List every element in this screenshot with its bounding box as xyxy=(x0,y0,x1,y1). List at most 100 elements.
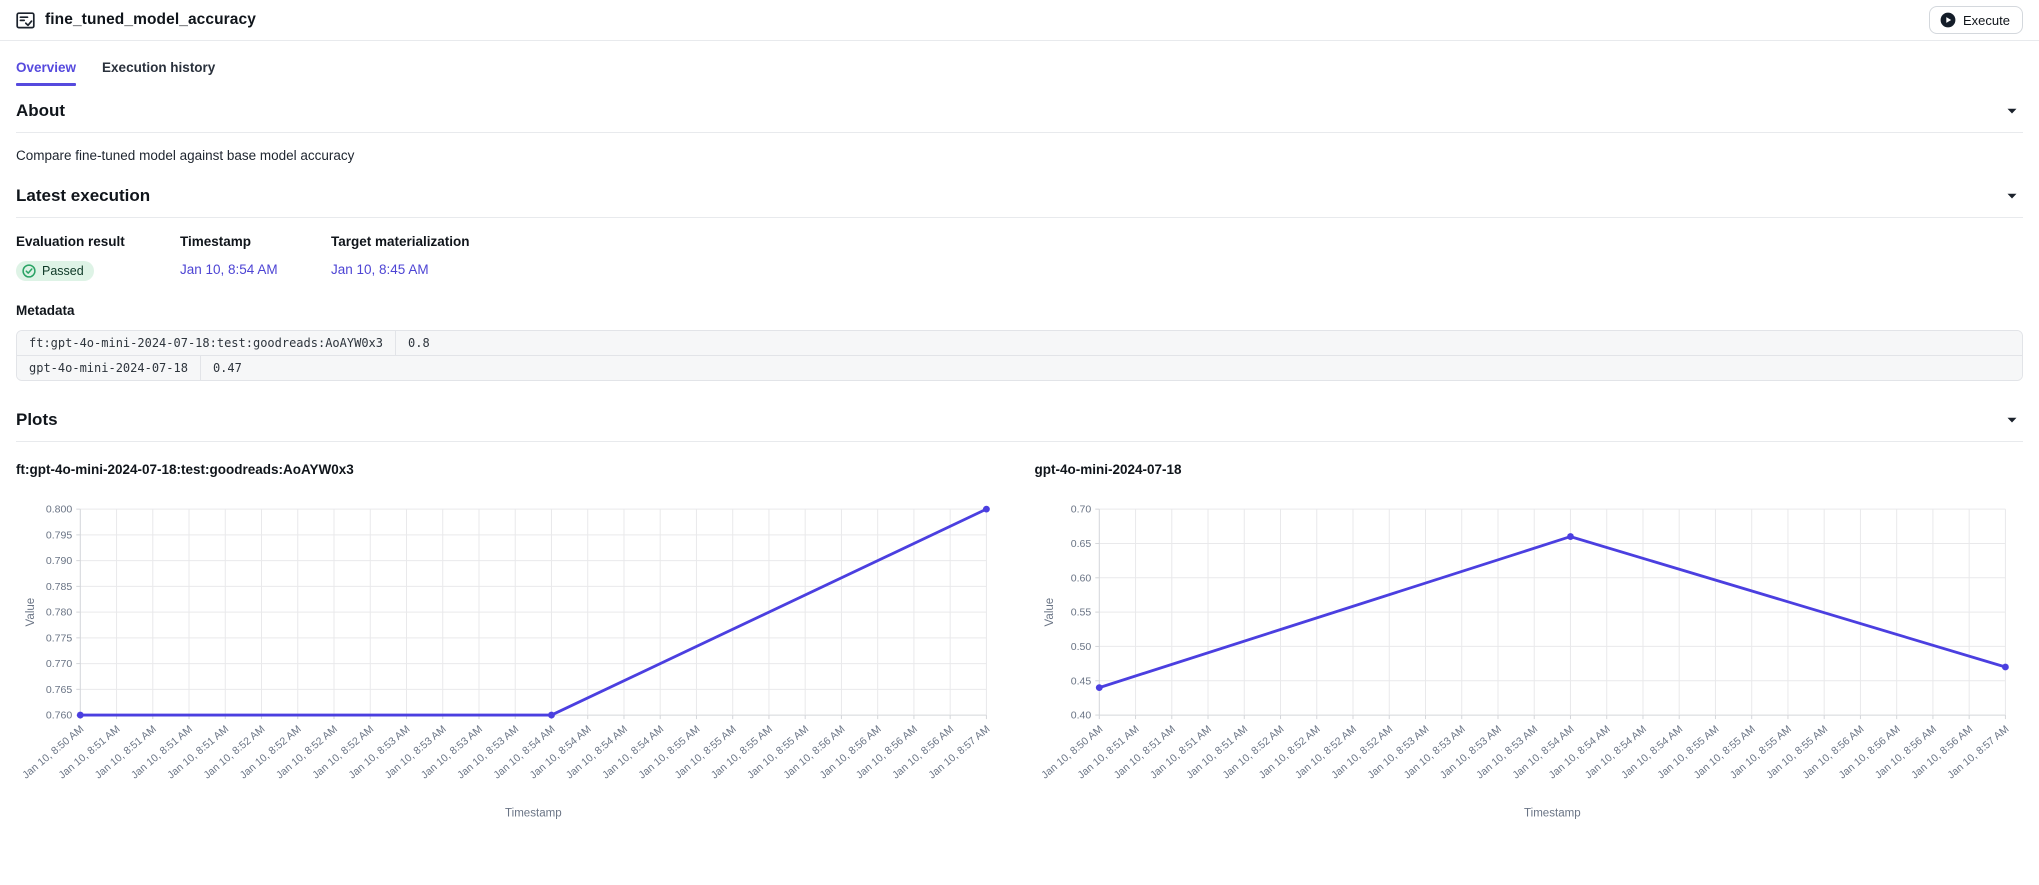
tab-bar: Overview Execution history xyxy=(0,51,2039,86)
target-materialization-link[interactable]: Jan 10, 8:45 AM xyxy=(331,262,429,277)
svg-text:Jan 10, 8:52 AM: Jan 10, 8:52 AM xyxy=(201,723,267,781)
chevron-down-icon xyxy=(2007,102,2017,117)
svg-text:Jan 10, 8:52 AM: Jan 10, 8:52 AM xyxy=(310,723,376,781)
line-chart[interactable]: 0.7600.7650.7700.7750.7800.7850.7900.795… xyxy=(16,479,1005,823)
about-heading: About xyxy=(16,101,65,121)
chevron-down-icon xyxy=(2007,411,2017,426)
svg-text:0.795: 0.795 xyxy=(46,529,72,541)
svg-text:Jan 10, 8:54 AM: Jan 10, 8:54 AM xyxy=(1582,723,1648,781)
latest-execution-section: Latest execution Evaluation result Passe… xyxy=(0,171,2039,381)
play-circle-icon xyxy=(1940,12,1956,28)
target-materialization-label: Target materialization xyxy=(331,234,470,249)
latest-execution-collapse-button[interactable] xyxy=(2001,191,2023,201)
execute-button-label: Execute xyxy=(1963,13,2010,28)
svg-text:0.790: 0.790 xyxy=(46,555,72,567)
svg-text:Jan 10, 8:51 AM: Jan 10, 8:51 AM xyxy=(1075,723,1141,781)
status-badge-passed: Passed xyxy=(16,261,94,281)
svg-text:Value: Value xyxy=(1044,598,1056,627)
about-description: Compare fine-tuned model against base mo… xyxy=(0,133,2039,171)
tab-execution-history[interactable]: Execution history xyxy=(102,51,215,86)
header: fine_tuned_model_accuracy Execute xyxy=(0,0,2039,41)
svg-text:Jan 10, 8:54 AM: Jan 10, 8:54 AM xyxy=(1510,723,1576,781)
svg-text:Jan 10, 8:51 AM: Jan 10, 8:51 AM xyxy=(1147,723,1213,781)
svg-text:Jan 10, 8:53 AM: Jan 10, 8:53 AM xyxy=(1365,723,1431,781)
svg-text:Jan 10, 8:56 AM: Jan 10, 8:56 AM xyxy=(1909,723,1975,781)
svg-text:Jan 10, 8:54 AM: Jan 10, 8:54 AM xyxy=(528,723,594,781)
svg-text:Jan 10, 8:51 AM: Jan 10, 8:51 AM xyxy=(56,723,122,781)
svg-text:Jan 10, 8:52 AM: Jan 10, 8:52 AM xyxy=(1256,723,1322,781)
timestamp-field: Timestamp Jan 10, 8:54 AM xyxy=(180,234,331,281)
svg-text:0.40: 0.40 xyxy=(1070,710,1091,722)
svg-text:0.60: 0.60 xyxy=(1070,572,1091,584)
svg-text:Jan 10, 8:53 AM: Jan 10, 8:53 AM xyxy=(1401,723,1467,781)
check-circle-icon xyxy=(22,264,36,278)
svg-text:0.775: 0.775 xyxy=(46,632,72,644)
line-chart[interactable]: 0.40 0.45 0.50 0.55 0.60 0.65 0.70 Jan 10, 8:50… xyxy=(1035,479,2024,823)
asset-check-icon xyxy=(16,12,35,29)
tab-overview[interactable]: Overview xyxy=(16,51,76,86)
svg-text:Timestamp: Timestamp xyxy=(505,808,562,820)
plots-section: Plots ft:gpt-4o-mini-2024-07-18:test:goo… xyxy=(0,395,2039,823)
svg-text:0.55: 0.55 xyxy=(1070,607,1091,619)
svg-text:Jan 10, 8:56 AM: Jan 10, 8:56 AM xyxy=(781,723,847,781)
svg-text:Jan 10, 8:53 AM: Jan 10, 8:53 AM xyxy=(419,723,485,781)
svg-text:0.70: 0.70 xyxy=(1070,504,1091,516)
svg-text:Jan 10, 8:55 AM: Jan 10, 8:55 AM xyxy=(1764,723,1830,781)
metadata-heading: Metadata xyxy=(16,303,2023,318)
svg-text:Jan 10, 8:55 AM: Jan 10, 8:55 AM xyxy=(709,723,775,781)
plots-collapse-button[interactable] xyxy=(2001,415,2023,425)
table-row: gpt-4o-mini-2024-07-18 0.47 xyxy=(17,355,2022,380)
status-badge-label: Passed xyxy=(42,264,84,278)
svg-text:Jan 10, 8:54 AM: Jan 10, 8:54 AM xyxy=(491,723,557,781)
svg-text:Jan 10, 8:50 AM: Jan 10, 8:50 AM xyxy=(1039,723,1105,781)
svg-text:Jan 10, 8:55 AM: Jan 10, 8:55 AM xyxy=(636,723,702,781)
svg-text:Jan 10, 8:52 AM: Jan 10, 8:52 AM xyxy=(1292,723,1358,781)
svg-text:Jan 10, 8:55 AM: Jan 10, 8:55 AM xyxy=(1727,723,1793,781)
chart-fine-tuned-model: ft:gpt-4o-mini-2024-07-18:test:goodreads… xyxy=(16,448,1005,823)
timestamp-label: Timestamp xyxy=(180,234,331,249)
chart-title: gpt-4o-mini-2024-07-18 xyxy=(1035,462,2024,477)
about-collapse-button[interactable] xyxy=(2001,106,2023,116)
svg-text:Jan 10, 8:55 AM: Jan 10, 8:55 AM xyxy=(745,723,811,781)
evaluation-result-field: Evaluation result Passed xyxy=(16,234,180,281)
svg-text:Jan 10, 8:53 AM: Jan 10, 8:53 AM xyxy=(1474,723,1540,781)
svg-text:Jan 10, 8:52 AM: Jan 10, 8:52 AM xyxy=(238,723,304,781)
svg-text:0.800: 0.800 xyxy=(46,504,72,516)
svg-text:Jan 10, 8:53 AM: Jan 10, 8:53 AM xyxy=(346,723,412,781)
svg-text:Jan 10, 8:56 AM: Jan 10, 8:56 AM xyxy=(854,723,920,781)
plots-heading: Plots xyxy=(16,410,58,430)
svg-text:Jan 10, 8:57 AM: Jan 10, 8:57 AM xyxy=(926,723,992,781)
target-materialization-field: Target materialization Jan 10, 8:45 AM xyxy=(331,234,470,281)
svg-text:Jan 10, 8:51 AM: Jan 10, 8:51 AM xyxy=(129,723,195,781)
svg-text:Jan 10, 8:53 AM: Jan 10, 8:53 AM xyxy=(455,723,521,781)
svg-text:Timestamp: Timestamp xyxy=(1524,808,1581,820)
svg-text:Jan 10, 8:50 AM: Jan 10, 8:50 AM xyxy=(20,723,86,781)
svg-text:0.50: 0.50 xyxy=(1070,641,1091,653)
evaluation-result-label: Evaluation result xyxy=(16,234,180,249)
svg-text:Jan 10, 8:56 AM: Jan 10, 8:56 AM xyxy=(1800,723,1866,781)
svg-text:0.770: 0.770 xyxy=(46,658,72,670)
svg-text:Jan 10, 8:57 AM: Jan 10, 8:57 AM xyxy=(1945,723,2011,781)
metadata-block: Metadata ft:gpt-4o-mini-2024-07-18:test:… xyxy=(0,281,2039,381)
svg-text:Jan 10, 8:54 AM: Jan 10, 8:54 AM xyxy=(1619,723,1685,781)
chart-base-model: gpt-4o-mini-2024-07-18 0.400.450.500.550… xyxy=(1035,448,2024,823)
metadata-table: ft:gpt-4o-mini-2024-07-18:test:goodreads… xyxy=(16,330,2023,381)
svg-text:0.65: 0.65 xyxy=(1070,538,1091,550)
timestamp-link[interactable]: Jan 10, 8:54 AM xyxy=(180,262,278,277)
execute-button[interactable]: Execute xyxy=(1929,6,2023,34)
svg-text:Jan 10, 8:52 AM: Jan 10, 8:52 AM xyxy=(274,723,340,781)
latest-execution-heading: Latest execution xyxy=(16,186,150,206)
svg-text:0.780: 0.780 xyxy=(46,607,72,619)
metadata-key: ft:gpt-4o-mini-2024-07-18:test:goodreads… xyxy=(17,331,396,355)
svg-text:Jan 10, 8:53 AM: Jan 10, 8:53 AM xyxy=(383,723,449,781)
svg-text:Jan 10, 8:51 AM: Jan 10, 8:51 AM xyxy=(93,723,159,781)
svg-text:0.45: 0.45 xyxy=(1070,675,1091,687)
svg-text:Jan 10, 8:52 AM: Jan 10, 8:52 AM xyxy=(1329,723,1395,781)
svg-text:Jan 10, 8:51 AM: Jan 10, 8:51 AM xyxy=(1184,723,1250,781)
svg-text:Jan 10, 8:55 AM: Jan 10, 8:55 AM xyxy=(673,723,739,781)
chart-title: ft:gpt-4o-mini-2024-07-18:test:goodreads… xyxy=(16,462,1005,477)
metadata-key: gpt-4o-mini-2024-07-18 xyxy=(17,356,201,380)
latest-execution-fields: Evaluation result Passed Timestamp Jan 1… xyxy=(0,218,2039,281)
svg-text:Jan 10, 8:55 AM: Jan 10, 8:55 AM xyxy=(1655,723,1721,781)
svg-text:Jan 10, 8:54 AM: Jan 10, 8:54 AM xyxy=(600,723,666,781)
